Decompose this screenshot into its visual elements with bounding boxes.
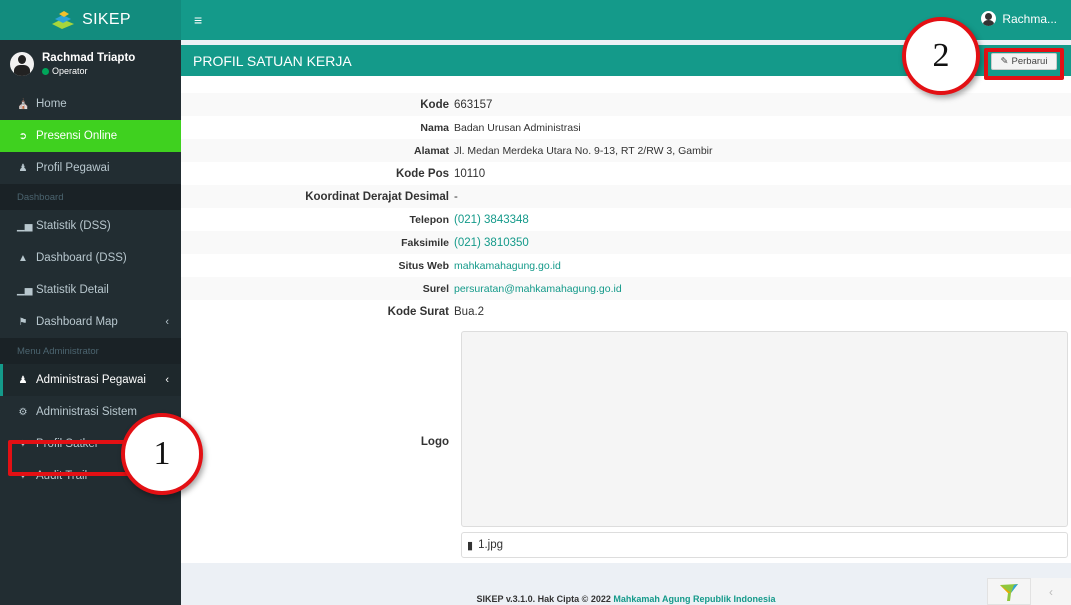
detail-row-alamat: Alamat Jl. Medan Merdeka Utara No. 9-13,… xyxy=(181,139,1071,162)
callout-2: 2 xyxy=(902,17,980,95)
detail-row-koordinat: Koordinat Derajat Desimal - xyxy=(181,185,1071,208)
sign-in-icon: ➲ xyxy=(18,130,28,142)
detail-value: 10110 xyxy=(454,167,486,180)
detail-label: Situs Web xyxy=(398,259,449,272)
user-avatar-icon xyxy=(981,11,997,26)
detail-label: Koordinat Derajat Desimal xyxy=(305,190,449,203)
user-panel: Rachmad Triapto Operator xyxy=(0,40,181,88)
user-role: Operator xyxy=(52,66,88,76)
detail-value: Bua.2 xyxy=(454,305,485,318)
logo-label: Logo xyxy=(420,436,449,448)
user-icon: ♟ xyxy=(18,162,28,174)
detail-row-kode: Kode 663157 xyxy=(181,93,1071,116)
footer-link[interactable]: Mahkamah Agung Republik Indonesia xyxy=(613,594,775,604)
user-menu[interactable]: Rachma... xyxy=(981,11,1057,26)
detail-row-kode-pos: Kode Pos 10110 xyxy=(181,162,1071,185)
profile-detail-panel: Kode 663157 Nama Badan Urusan Administra… xyxy=(181,76,1071,563)
sidebar-item-label: Dashboard (DSS) xyxy=(36,252,127,264)
sidebar-item-label: Presensi Online xyxy=(36,130,118,142)
area-chart-icon: ▲ xyxy=(18,252,28,264)
sidebar-item-administrasi-pegawai[interactable]: ♟ Administrasi Pegawai ‹ xyxy=(0,364,181,396)
home-icon: ⛪ xyxy=(17,98,30,110)
detail-row-telepon: Telepon (021) 3843348 xyxy=(181,208,1071,231)
avatar xyxy=(10,52,34,76)
footer-text: SIKEP v.3.1.0. Hak Cipta © 2022 xyxy=(476,594,614,604)
sidebar-item-statistik-dss[interactable]: ▁▅ Statistik (DSS) xyxy=(0,210,181,242)
detail-row-faksimile: Faksimile (021) 3810350 xyxy=(181,231,1071,254)
sidebar-item-statistik-detail[interactable]: ▁▅ Statistik Detail xyxy=(0,274,181,306)
yii-debug-toolbar-icon[interactable] xyxy=(987,578,1031,605)
sidebar-item-dashboard-map[interactable]: ⚑ Dashboard Map ‹ xyxy=(0,306,181,338)
logo-file-link[interactable]: ▮ 1.jpg xyxy=(461,532,1068,558)
sidebar-item-label: Administrasi Sistem xyxy=(36,406,137,418)
menu-header-admin: Menu Administrator xyxy=(0,338,181,364)
menu-header-dashboard: Dashboard xyxy=(0,184,181,210)
sidebar-item-home[interactable]: ⛪ Home xyxy=(0,88,181,120)
email-link[interactable]: persuratan@mahkamahagung.go.id xyxy=(454,283,622,295)
detail-label: Surel xyxy=(422,282,449,295)
bar-chart-icon: ▁▅ xyxy=(17,284,33,296)
chevron-left-icon: ‹ xyxy=(165,316,169,328)
logo-preview xyxy=(461,331,1068,527)
detail-value: Badan Urusan Administrasi xyxy=(454,121,581,134)
online-status-icon xyxy=(42,67,49,75)
sidebar-item-label: Profil Pegawai xyxy=(36,162,110,174)
detail-row-kode-surat: Kode Surat Bua.2 xyxy=(181,300,1071,323)
sikep-logo-icon xyxy=(52,11,75,29)
detail-row-surel: Surel persuratan@mahkamahagung.go.id xyxy=(181,277,1071,300)
callout-1: 1 xyxy=(121,413,203,495)
website-link[interactable]: mahkamahagung.go.id xyxy=(454,260,561,272)
highlight-box-perbarui xyxy=(984,48,1064,80)
telepon-link[interactable]: (021) 3843348 xyxy=(454,214,529,226)
sidebar-item-label: Statistik (DSS) xyxy=(36,220,111,232)
detail-value: Jl. Medan Merdeka Utara No. 9-13, RT 2/R… xyxy=(454,144,713,157)
app-logo[interactable]: SIKEP xyxy=(0,0,181,40)
detail-value: - xyxy=(454,190,458,203)
sidebar-item-label: Statistik Detail xyxy=(36,284,109,296)
user-menu-name: Rachma... xyxy=(1002,11,1057,26)
page-title: PROFIL SATUAN KERJA xyxy=(193,53,352,69)
footer: SIKEP v.3.1.0. Hak Cipta © 2022 Mahkamah… xyxy=(181,594,1071,604)
detail-label: Kode Pos xyxy=(395,167,449,180)
cog-icon: ⚙ xyxy=(18,406,28,418)
sidebar-item-presensi-online[interactable]: ➲ Presensi Online xyxy=(0,120,181,152)
detail-label: Faksimile xyxy=(401,236,449,249)
user-status: Operator xyxy=(42,66,135,76)
detail-label: Alamat xyxy=(413,144,449,157)
sidebar-item-dashboard-dss[interactable]: ▲ Dashboard (DSS) xyxy=(0,242,181,274)
detail-label: Nama xyxy=(420,121,449,134)
file-icon: ▮ xyxy=(467,539,474,552)
faksimile-link[interactable]: (021) 3810350 xyxy=(454,237,529,249)
chevron-left-icon: ‹ xyxy=(165,374,169,386)
detail-value: 663157 xyxy=(454,98,493,111)
detail-row-situs-web: Situs Web mahkamahagung.go.id xyxy=(181,254,1071,277)
menu-toggle-icon[interactable]: ≡ xyxy=(194,12,202,28)
detail-row-nama: Nama Badan Urusan Administrasi xyxy=(181,116,1071,139)
sidebar-item-label: Dashboard Map xyxy=(36,316,118,328)
yii-logo-icon xyxy=(1000,583,1018,601)
bar-chart-icon: ▁▅ xyxy=(17,220,33,232)
app-name: SIKEP xyxy=(82,11,131,28)
detail-label: Kode Surat xyxy=(387,305,449,318)
detail-label: Kode xyxy=(420,98,449,111)
logo-file-name: 1.jpg xyxy=(478,539,503,551)
flag-icon: ⚑ xyxy=(18,316,28,328)
sidebar-item-label: Home xyxy=(36,98,67,110)
user-icon: ♟ xyxy=(18,374,28,386)
detail-label: Telepon xyxy=(409,213,449,226)
user-name: Rachmad Triapto xyxy=(42,52,136,64)
sidebar: Rachmad Triapto Operator ⛪ Home ➲ Presen… xyxy=(0,40,181,605)
debug-toolbar-toggle-icon[interactable]: ‹ xyxy=(1031,578,1071,605)
sidebar-item-profil-pegawai[interactable]: ♟ Profil Pegawai xyxy=(0,152,181,184)
sidebar-item-label: Administrasi Pegawai xyxy=(36,374,146,386)
